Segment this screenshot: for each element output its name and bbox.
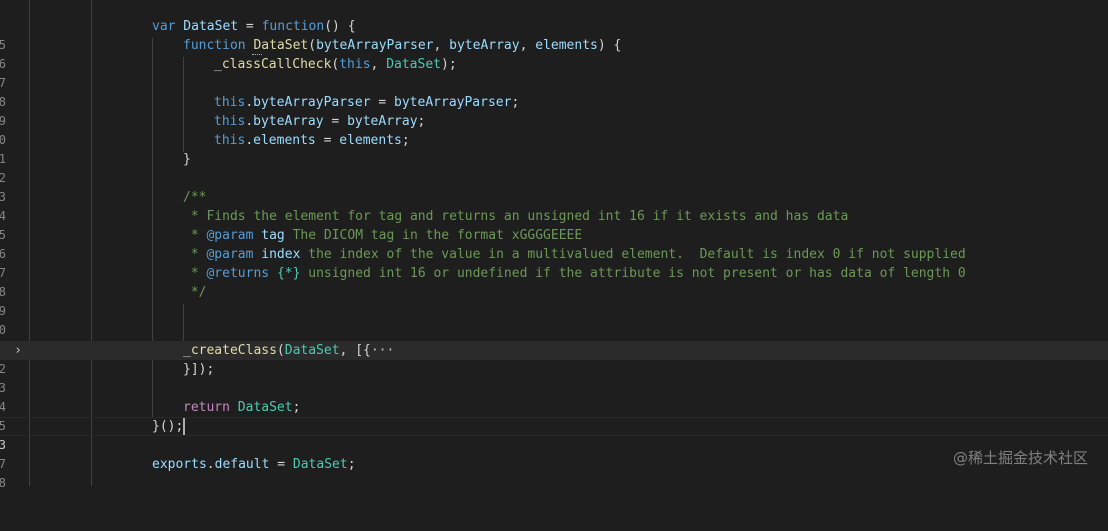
line-number: 8	[0, 476, 6, 490]
code-line[interactable]: 1 this.elements = elements;	[0, 131, 1108, 166]
current-code-line[interactable]: 3 }();	[0, 417, 1108, 452]
code-text: function DataSet(byteArrayParser, byteAr…	[183, 38, 622, 53]
code-line[interactable]: 4 /**	[0, 188, 1108, 223]
code-comment: */	[183, 285, 207, 300]
code-line[interactable]: 7	[0, 436, 1108, 471]
code-line[interactable]: 8 * @returns {*} unsigned int 16 or unde…	[0, 264, 1108, 299]
code-comment: * @param tag The DICOM tag in the format…	[183, 228, 583, 243]
code-comment: * @returns {*} unsigned int 16 or undefi…	[183, 266, 966, 281]
code-line[interactable]: 7 _classCallCheck(this, DataSet);	[0, 55, 1108, 90]
watermark: @稀土掘金技术社区	[952, 449, 1088, 467]
code-line[interactable]: 9 */	[0, 283, 1108, 318]
code-text: _classCallCheck(this, DataSet);	[214, 57, 457, 72]
code-line[interactable]: 2 }	[0, 150, 1108, 185]
code-comment: /**	[183, 190, 207, 205]
folded-ellipsis[interactable]: ···	[371, 343, 394, 358]
code-text: exports.default = DataSet;	[152, 457, 356, 472]
code-comment: * Finds the element for tag and returns …	[183, 209, 849, 224]
code-text: }();	[152, 418, 186, 435]
code-line[interactable]: 8	[0, 74, 1108, 109]
code-text: }	[183, 152, 191, 167]
code-text: }]);	[183, 362, 215, 377]
code-line[interactable]: 5 return DataSet;	[0, 398, 1108, 433]
code-text: this.elements = elements;	[214, 133, 410, 148]
code-line[interactable]: 3	[0, 169, 1108, 204]
folded-code-line[interactable]: 2 › _createClass(DataSet, [{···	[0, 341, 1108, 376]
code-line[interactable]: 3 }]);	[0, 360, 1108, 395]
code-line[interactable]: 6 function DataSet(byteArrayParser, byte…	[0, 36, 1108, 71]
code-line[interactable]: 7 * @param index the index of the value …	[0, 245, 1108, 280]
code-line[interactable]: 8 exports.default = DataSet;	[0, 455, 1108, 490]
code-line[interactable]: 6 * @param tag The DICOM tag in the form…	[0, 226, 1108, 261]
code-line[interactable]: 0	[0, 302, 1108, 337]
code-line[interactable]: 1	[0, 321, 1108, 356]
code-line[interactable]: 5 var DataSet = function() {	[0, 17, 1108, 52]
code-text: this.byteArrayParser = byteArrayParser;	[214, 95, 520, 110]
code-text: var DataSet = function() {	[152, 19, 356, 34]
code-line[interactable]: 9 this.byteArrayParser = byteArrayParser…	[0, 93, 1108, 128]
text-cursor	[183, 418, 186, 435]
code-text: this.byteArray = byteArray;	[214, 114, 426, 129]
code-line[interactable]: 5 * Finds the element for tag and return…	[0, 207, 1108, 242]
code-editor[interactable]: 5 var DataSet = function() { 6 function …	[0, 0, 1108, 490]
code-text: return DataSet;	[183, 400, 301, 415]
code-comment: * @param index the index of the value in…	[183, 247, 966, 262]
code-line[interactable]: 4	[0, 379, 1108, 414]
code-text: _createClass(DataSet, [{···	[183, 343, 395, 358]
code-line[interactable]: 0 this.byteArray = byteArray;	[0, 112, 1108, 147]
fold-expand-icon[interactable]: ›	[10, 341, 26, 360]
